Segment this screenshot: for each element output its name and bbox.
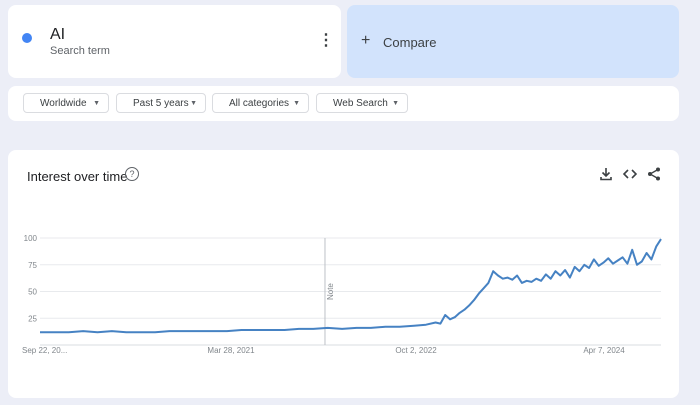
download-icon[interactable] (598, 166, 614, 182)
note-label: Note (326, 283, 335, 300)
interest-over-time-card: 25 50 75 100 Note Sep 22, 20... Mar 28, 2021 Oc… (8, 150, 679, 398)
share-icon[interactable] (646, 166, 662, 182)
time-range-label: Past 5 years (133, 98, 189, 109)
caret-down-icon: ▼ (293, 100, 300, 107)
y-tick-label: 25 (28, 314, 37, 323)
caret-down-icon: ▼ (93, 100, 100, 107)
y-tick-label: 75 (28, 261, 37, 270)
x-tick-label: Sep 22, 20... (22, 346, 67, 355)
chart-title: Interest over time (27, 169, 128, 184)
help-icon[interactable]: ? (125, 167, 139, 181)
category-dropdown[interactable]: All categories ▼ (212, 93, 309, 113)
region-label: Worldwide (40, 98, 87, 109)
filter-bar: Worldwide ▼ Past 5 years ▼ All categorie… (8, 86, 679, 121)
y-tick-label: 100 (24, 234, 38, 243)
x-tick-label: Oct 2, 2022 (395, 346, 437, 355)
interest-chart: 25 50 75 100 Note Sep 22, 20... Mar 28, 2021 Oc… (22, 234, 662, 355)
term-color-dot (22, 33, 32, 43)
compare-label: Compare (383, 35, 437, 50)
more-vert-icon[interactable]: ⋮ (318, 33, 334, 49)
embed-icon[interactable] (622, 166, 638, 182)
search-type-dropdown[interactable]: Web Search ▼ (316, 93, 408, 113)
compare-button[interactable]: + Compare (347, 5, 679, 78)
y-tick-label: 50 (28, 288, 37, 297)
search-term-name[interactable]: AI (50, 26, 65, 44)
x-tick-label: Mar 28, 2021 (207, 346, 255, 355)
time-range-dropdown[interactable]: Past 5 years ▼ (116, 93, 206, 113)
caret-down-icon: ▼ (190, 100, 197, 107)
caret-down-icon: ▼ (392, 100, 399, 107)
region-dropdown[interactable]: Worldwide ▼ (23, 93, 109, 113)
plus-icon: + (361, 32, 371, 49)
category-label: All categories (229, 98, 290, 109)
x-tick-label: Apr 7, 2024 (583, 346, 625, 355)
search-term-card[interactable]: AI Search term ⋮ (8, 5, 341, 78)
search-term-subtitle: Search term (50, 45, 110, 57)
search-type-label: Web Search (333, 98, 388, 109)
